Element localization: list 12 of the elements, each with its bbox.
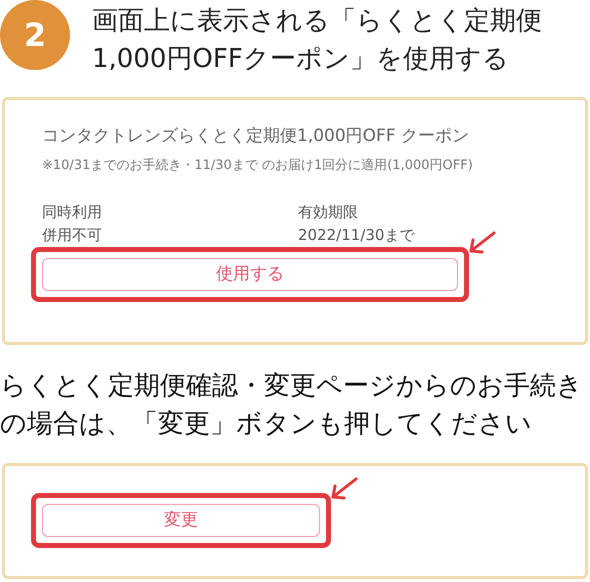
- step-heading-line: 画面上に表示される「らくとく定期便: [92, 5, 542, 38]
- step-number-badge: 2: [0, 0, 70, 70]
- step-heading-line: 1,000円OFFクーポン」を使用する: [92, 43, 510, 76]
- detail-value: 2022/11/30まで: [298, 225, 414, 246]
- coupon-note: ※10/31までのお手続き・11/30まで のお届け1回分に適用(1,000円OFF): [42, 156, 474, 174]
- action-button[interactable]: 変更: [42, 504, 320, 537]
- action-button[interactable]: 使用する: [42, 258, 458, 291]
- instruction-text: らくとく定期便確認・変更ページからのお手続きの場合は、「変更」ボタンも押してください: [0, 370, 584, 441]
- detail-label: 同時利用: [42, 202, 102, 223]
- coupon-title: コンタクトレンズらくとく定期便1,000円OFF クーポン: [42, 125, 470, 148]
- detail-label: 有効期限: [298, 202, 358, 223]
- detail-value: 併用不可: [42, 225, 102, 246]
